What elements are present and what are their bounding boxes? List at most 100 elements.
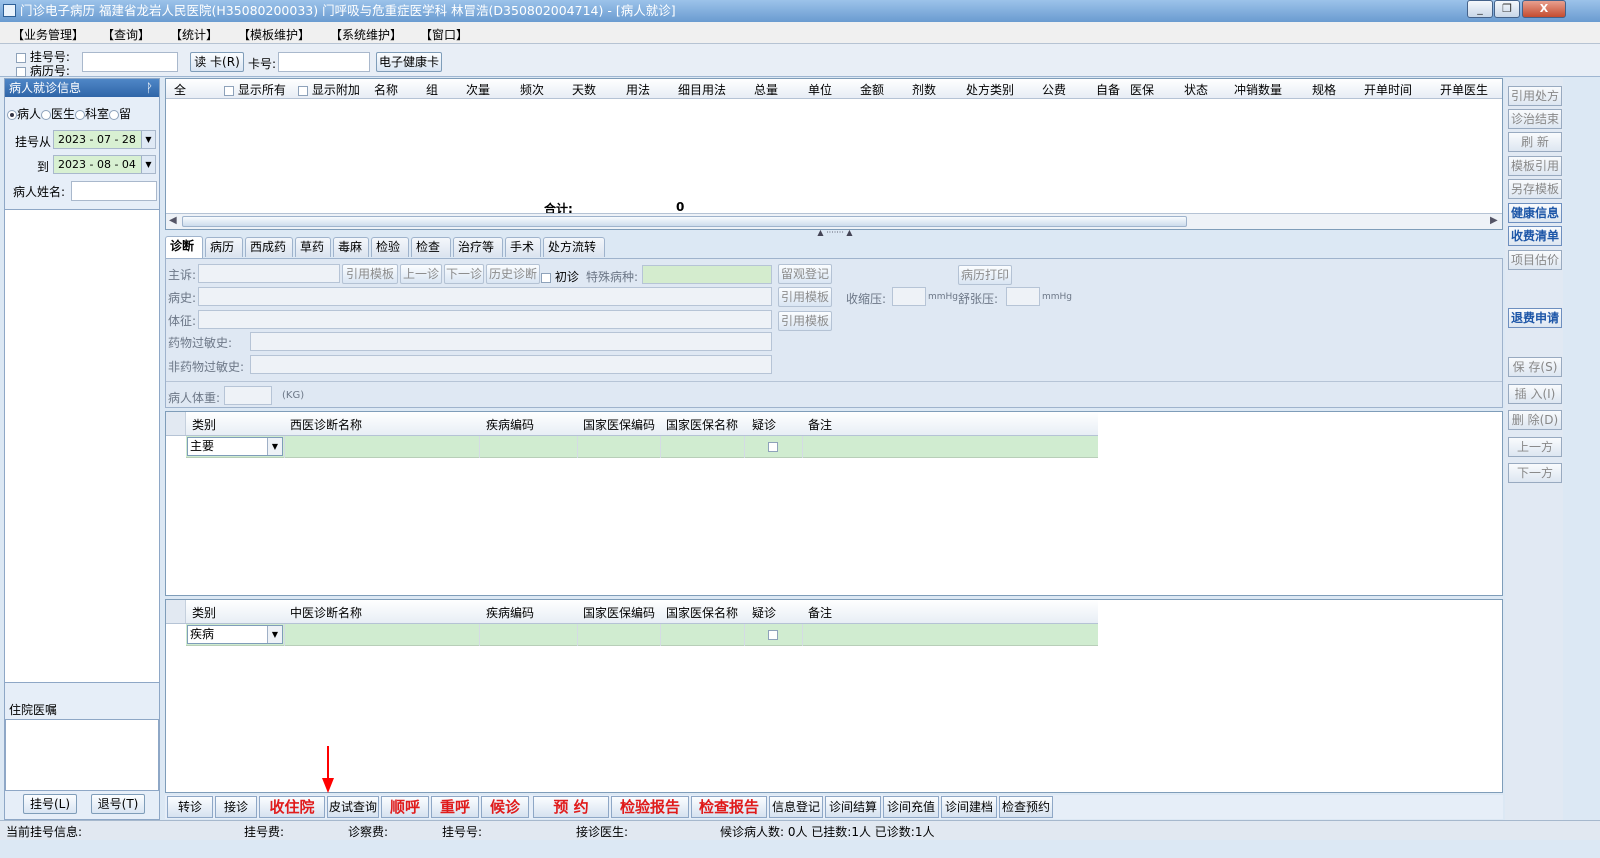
next-call-button[interactable]: 顺呼 [381,796,429,818]
inpatient-orders-list[interactable] [5,719,159,791]
restore-button[interactable]: ❐ [1494,0,1520,18]
tab-rx-flow[interactable]: 处方流转 [543,237,605,257]
row-selector-corner[interactable] [166,412,186,435]
exam-report-button[interactable]: 检查报告 [691,796,767,818]
ref-template-button-2[interactable]: 引用模板 [778,287,832,307]
unregister-button[interactable]: 退号(T) [91,794,145,814]
waiting-button[interactable]: 候诊 [481,796,529,818]
reg-no-input[interactable] [82,52,178,72]
receive-button[interactable]: 接诊 [215,796,257,818]
history-dx-button[interactable]: 历史诊断 [486,264,540,284]
tab-lab[interactable]: 检验 [371,237,409,257]
read-card-button[interactable]: 读 卡(R) [190,52,244,72]
western-suspected-checkbox[interactable] [768,442,778,452]
menu-system[interactable]: 【系统维护】 [330,26,402,43]
menu-template[interactable]: 【模板维护】 [238,26,310,43]
next-visit-button[interactable]: 下一诊 [444,264,484,284]
clinic-settle-button[interactable]: 诊间结算 [825,796,881,818]
register-button[interactable]: 挂号(L) [23,794,77,814]
insert-button[interactable]: 插 入(I) [1508,384,1562,404]
chinese-type-select[interactable]: 疾病 ▼ [187,625,283,644]
estimate-button[interactable]: 项目估价 [1508,250,1562,270]
skin-test-query-button[interactable]: 皮试查询 [327,796,379,818]
pin-icon[interactable]: ᚹ [146,79,153,97]
prev-rx-button[interactable]: 上一方 [1508,437,1562,457]
clinic-recharge-button[interactable]: 诊间充值 [883,796,939,818]
sign-input[interactable] [198,310,772,329]
radio-stay[interactable] [109,109,120,120]
row-selector-corner[interactable] [166,600,186,623]
weight-input[interactable] [224,386,272,405]
transfer-button[interactable]: 转诊 [167,796,213,818]
chevron-down-icon[interactable]: ▼ [267,626,282,643]
menu-business[interactable]: 【业务管理】 [12,26,84,43]
radio-doctor[interactable] [41,109,52,120]
reg-from-date[interactable]: 2023 - 07 - 28 ▼ [53,130,156,149]
tab-exam[interactable]: 检查 [411,237,451,257]
prescription-grid[interactable]: 全 显示所有 显示附加 名称 组 次量 频次 天数 用法 细目用法 总量 单位 … [165,78,1503,230]
scroll-right-icon[interactable]: ▶ [1490,215,1498,226]
col-all[interactable]: 全 [174,81,186,98]
refund-request-button[interactable]: 退费申请 [1508,308,1562,328]
save-button[interactable]: 保 存(S) [1508,357,1562,377]
first-visit-toggle[interactable]: 初诊 [541,268,579,285]
chief-complaint-input[interactable] [198,264,340,283]
card-no-input[interactable] [278,52,370,72]
menu-query[interactable]: 【查询】 [102,26,150,43]
chevron-down-icon[interactable]: ▼ [267,438,282,455]
chinese-diagnosis-grid[interactable]: 类别 中医诊断名称 疾病编码 国家医保编码 国家医保名称 疑诊 备注 疾病 ▼ [165,599,1503,793]
patient-name-input[interactable] [71,181,157,201]
tab-record[interactable]: 病历 [205,237,243,257]
finish-visit-button[interactable]: 诊治结束 [1508,109,1562,129]
tab-narcotic[interactable]: 毒麻 [333,237,369,257]
show-all-checkbox[interactable] [224,85,234,96]
use-template-button[interactable]: 模板引用 [1508,156,1562,176]
scroll-left-icon[interactable]: ◀ [169,215,177,226]
first-visit-checkbox[interactable] [541,272,551,283]
fee-list-button[interactable]: 收费清单 [1508,226,1562,246]
minimize-button[interactable]: _ [1467,0,1493,18]
chevron-down-icon[interactable]: ▼ [141,131,155,148]
ref-rx-button[interactable]: 引用处方 [1508,86,1562,106]
tab-treatment[interactable]: 治疗等 [453,237,503,257]
next-rx-button[interactable]: 下一方 [1508,463,1562,483]
chevron-down-icon[interactable]: ▼ [141,156,155,173]
info-register-button[interactable]: 信息登记 [769,796,823,818]
radio-patient[interactable] [7,109,17,120]
health-card-button[interactable]: 电子健康卡 [376,52,442,72]
tab-diagnosis[interactable]: 诊断 [165,236,203,258]
western-dx-row[interactable]: 主要 ▼ [186,436,1098,458]
special-disease-input[interactable] [642,265,772,284]
reg-no-checkbox[interactable] [16,52,26,63]
menu-statistics[interactable]: 【统计】 [170,26,218,43]
exam-booking-button[interactable]: 检查预约 [999,796,1053,818]
print-record-button[interactable]: 病历打印 [958,265,1012,285]
ref-template-button-1[interactable]: 引用模板 [342,264,398,284]
prev-visit-button[interactable]: 上一诊 [400,264,442,284]
radio-dept[interactable] [75,109,86,120]
show-extra-toggle[interactable]: 显示附加 [298,81,360,98]
admit-button[interactable]: 收住院 [259,796,325,818]
western-type-select[interactable]: 主要 ▼ [187,437,283,456]
patient-list[interactable] [5,209,159,683]
diastolic-input[interactable] [1006,287,1040,306]
ref-template-button-3[interactable]: 引用模板 [778,311,832,331]
chinese-dx-row[interactable]: 疾病 ▼ [186,624,1098,646]
recall-button[interactable]: 重呼 [431,796,479,818]
nondrug-allergy-input[interactable] [250,355,772,374]
lab-report-button[interactable]: 检验报告 [611,796,689,818]
save-template-button[interactable]: 另存模板 [1508,179,1562,199]
health-info-button[interactable]: 健康信息 [1508,203,1562,223]
western-diagnosis-grid[interactable]: 类别 西医诊断名称 疾病编码 国家医保编码 国家医保名称 疑诊 备注 主要 ▼ [165,411,1503,596]
show-all-toggle[interactable]: 显示所有 [224,81,286,98]
record-no-checkbox[interactable] [16,66,26,77]
tab-surgery[interactable]: 手术 [505,237,541,257]
drug-allergy-input[interactable] [250,332,772,351]
scroll-thumb[interactable] [182,216,1187,227]
delete-button[interactable]: 删 除(D) [1508,410,1562,430]
refresh-button[interactable]: 刷 新 [1508,132,1562,152]
show-extra-checkbox[interactable] [298,85,308,96]
close-button[interactable]: X [1522,0,1566,18]
menu-window[interactable]: 【窗口】 [420,26,468,43]
observe-register-button[interactable]: 留观登记 [778,264,832,284]
